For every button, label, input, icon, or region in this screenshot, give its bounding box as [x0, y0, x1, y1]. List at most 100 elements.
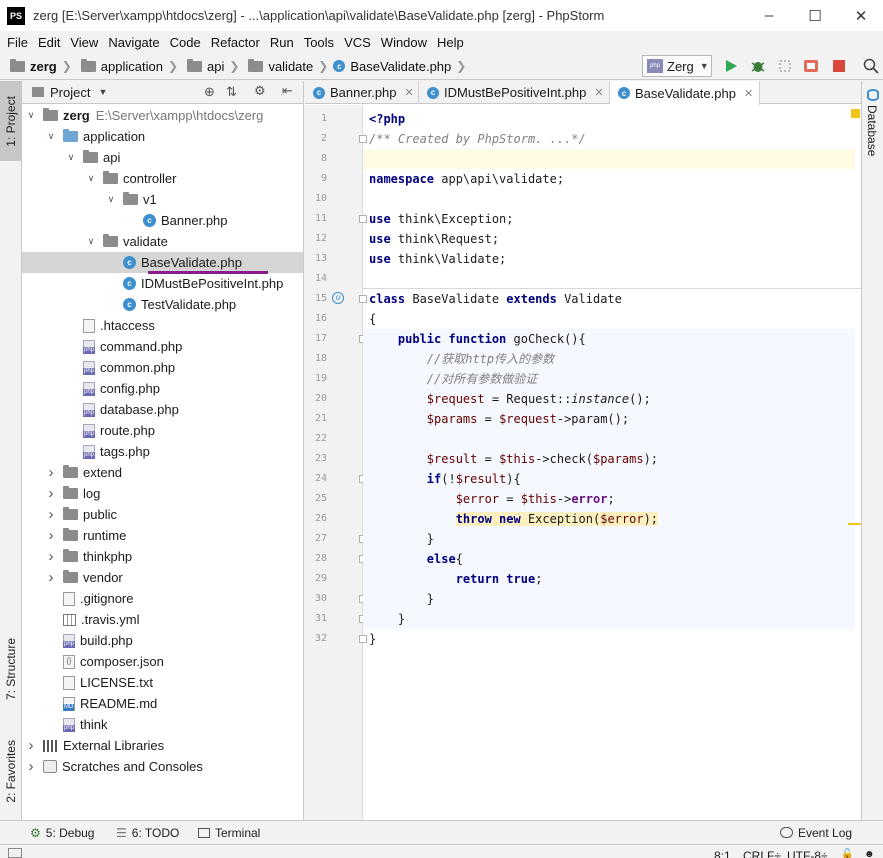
tree-item[interactable]: {} composer.json [22, 651, 303, 672]
tree-item[interactable]: › External Libraries [22, 735, 303, 756]
code-line[interactable]: if(!$result){ [363, 469, 855, 489]
menu-code[interactable]: Code [166, 35, 207, 50]
code-line[interactable]: namespace app\api\validate; [363, 169, 855, 189]
code-line[interactable]: $result = $this->check($params); [363, 449, 855, 469]
tree-item[interactable]: build.php [22, 630, 303, 651]
code-line[interactable]: <?php [363, 109, 855, 129]
chevron-down-icon[interactable]: ∨ [46, 131, 56, 142]
code-line[interactable]: public function goCheck(){ [363, 329, 855, 349]
debug-tool-button[interactable]: ⚙ 5: Debug [30, 826, 94, 840]
editor-tab[interactable]: c IDMustBePositiveInt.php ✕ [419, 81, 610, 104]
tree-item[interactable]: ∨ controller [22, 168, 303, 189]
hide-panel-icon[interactable]: ⇤ [282, 83, 293, 99]
chevron-right-icon[interactable]: › [26, 737, 36, 754]
chevron-down-icon[interactable]: ∨ [66, 152, 76, 163]
scroll-from-source-icon[interactable]: ⊕ [204, 84, 215, 100]
maximize-icon[interactable]: ☐ [792, 0, 838, 31]
chevron-down-icon[interactable]: ▼ [98, 87, 107, 97]
gear-icon[interactable]: ⚙ [254, 83, 266, 99]
menu-edit[interactable]: Edit [34, 35, 66, 50]
minimize-icon[interactable]: – [746, 0, 792, 31]
breadcrumb-item[interactable]: application ❯ [77, 58, 183, 74]
tree-item[interactable]: tags.php [22, 441, 303, 462]
tree-item[interactable]: command.php [22, 336, 303, 357]
tab-structure[interactable]: 7: Structure [0, 629, 22, 709]
tree-item[interactable]: config.php [22, 378, 303, 399]
tree-item[interactable]: database.php [22, 399, 303, 420]
chevron-down-icon[interactable]: ∨ [106, 194, 116, 205]
tree-item[interactable]: ∨ application [22, 126, 303, 147]
tree-item[interactable]: ∨ zerg E:\Server\xampp\htdocs\zerg [22, 105, 303, 126]
caret-position[interactable]: 8:1 [714, 849, 731, 858]
tree-item[interactable]: .gitignore [22, 588, 303, 609]
code-line[interactable]: //获取http传入的参数 [363, 349, 855, 369]
chevron-right-icon[interactable]: › [46, 464, 56, 481]
tool-windows-icon[interactable] [8, 848, 22, 858]
close-icon[interactable]: ✕ [594, 86, 603, 99]
code-line[interactable]: else{ [363, 549, 855, 569]
code-line[interactable] [363, 269, 855, 289]
override-marker-icon[interactable]: o [332, 292, 344, 304]
close-icon[interactable]: ✕ [838, 0, 883, 31]
tree-item[interactable]: .htaccess [22, 315, 303, 336]
tab-database[interactable]: Database [865, 105, 879, 156]
close-icon[interactable]: ✕ [405, 86, 414, 99]
search-icon[interactable] [862, 57, 880, 75]
line-separator[interactable]: CRLF÷ [743, 849, 781, 858]
error-stripe-marker[interactable] [848, 523, 861, 525]
code-line[interactable]: } [363, 529, 855, 549]
editor-tab[interactable]: c BaseValidate.php ✕ [610, 81, 760, 105]
event-log-button[interactable]: Event Log [780, 826, 852, 840]
menu-help[interactable]: Help [433, 35, 470, 50]
tab-favorites[interactable]: 2: Favorites [0, 729, 22, 814]
breadcrumb-item[interactable]: validate ❯ [244, 58, 333, 74]
code-line[interactable]: return true; [363, 569, 855, 589]
tree-item[interactable]: think [22, 714, 303, 735]
lock-icon[interactable]: 🔓 [841, 849, 853, 858]
code-line[interactable] [363, 189, 855, 209]
tree-item[interactable]: ∨ v1 [22, 189, 303, 210]
tree-item[interactable]: › runtime [22, 525, 303, 546]
tab-project[interactable]: 1: Project [0, 81, 22, 161]
menu-refactor[interactable]: Refactor [207, 35, 266, 50]
code-line[interactable]: throw new Exception($error); [363, 509, 855, 529]
tree-item[interactable]: c BaseValidate.php [22, 252, 303, 273]
code-line[interactable]: $request = Request::instance(); [363, 389, 855, 409]
tree-item[interactable]: ∨ api [22, 147, 303, 168]
inspection-status-icon[interactable] [851, 109, 860, 118]
debug-icon[interactable] [749, 57, 767, 75]
tree-item[interactable]: README.md [22, 693, 303, 714]
code-line[interactable]: } [363, 589, 855, 609]
code-line[interactable]: use think\Request; [363, 229, 855, 249]
run-icon[interactable] [722, 57, 740, 75]
coverage-icon[interactable] [776, 57, 794, 75]
menu-run[interactable]: Run [266, 35, 300, 50]
code-line[interactable] [363, 429, 855, 449]
breadcrumb-item[interactable]: zerg ❯ [6, 58, 77, 74]
tree-item[interactable]: c IDMustBePositiveInt.php [22, 273, 303, 294]
code-line[interactable]: } [363, 629, 855, 649]
close-icon[interactable]: ✕ [744, 87, 753, 100]
menu-navigate[interactable]: Navigate [104, 35, 165, 50]
project-panel-title[interactable]: Project [50, 85, 90, 100]
tree-item[interactable]: .travis.yml [22, 609, 303, 630]
code-line[interactable]: //对所有参数做验证 [363, 369, 855, 389]
code-line[interactable]: } [363, 609, 855, 629]
chevron-right-icon[interactable]: › [26, 758, 36, 775]
tree-item[interactable]: › vendor [22, 567, 303, 588]
tree-item[interactable]: common.php [22, 357, 303, 378]
code-line[interactable] [363, 149, 855, 169]
menu-view[interactable]: View [66, 35, 104, 50]
tree-item[interactable]: › thinkphp [22, 546, 303, 567]
menu-window[interactable]: Window [377, 35, 433, 50]
breadcrumb-item[interactable]: api ❯ [183, 58, 244, 74]
code-line[interactable]: $params = $request->param(); [363, 409, 855, 429]
tree-item[interactable]: LICENSE.txt [22, 672, 303, 693]
todo-tool-button[interactable]: ☰ 6: TODO [116, 826, 179, 840]
profile-icon[interactable] [802, 57, 820, 75]
chevron-down-icon[interactable]: ∨ [86, 236, 96, 247]
code-line[interactable]: use think\Exception; [363, 209, 855, 229]
tree-item[interactable]: › extend [22, 462, 303, 483]
tree-item[interactable]: route.php [22, 420, 303, 441]
breadcrumb-item[interactable]: c BaseValidate.php ❯ [333, 59, 471, 74]
